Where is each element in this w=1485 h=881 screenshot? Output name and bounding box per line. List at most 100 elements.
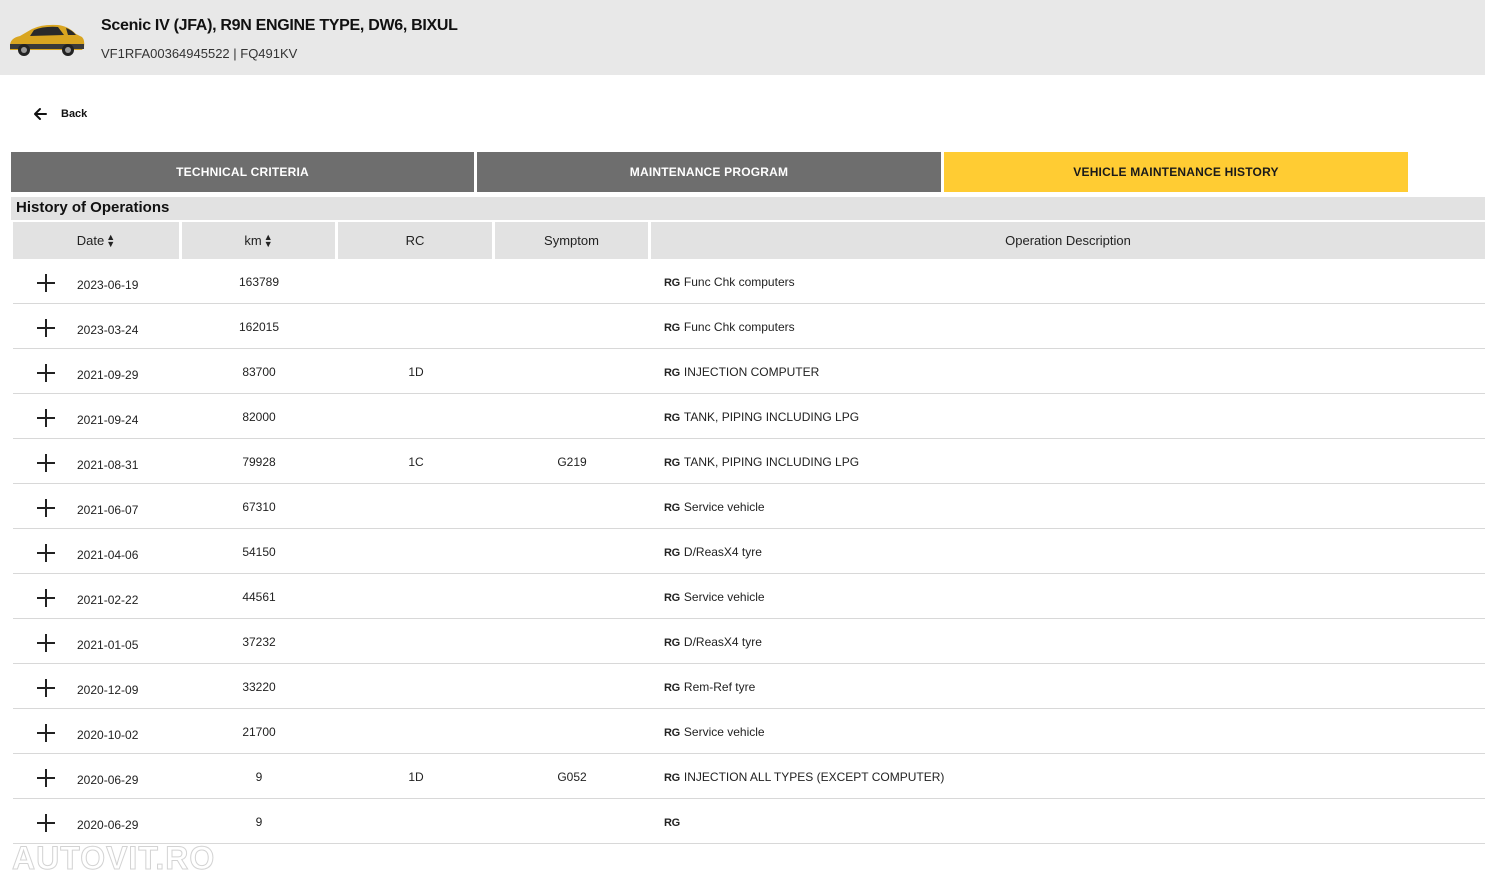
cell-km: 83700 (242, 365, 276, 379)
cell-operation-description: RG Service vehicle (664, 590, 765, 604)
table-row: 2020-12-09 33220 RG Rem-Ref tyre (13, 664, 1485, 709)
expand-plus-icon[interactable] (37, 814, 55, 832)
cell-operation-description: RG INJECTION ALL TYPES (EXCEPT COMPUTER) (664, 770, 944, 784)
operation-text: D/ReasX4 tyre (683, 635, 762, 649)
cell-date: 2021-01-05 (77, 638, 139, 652)
column-header-km[interactable]: km ▲ ▼ (182, 222, 335, 259)
rg-badge: RG (664, 682, 680, 694)
operation-text: TANK, PIPING INCLUDING LPG (683, 455, 860, 469)
cell-symptom: G052 (557, 770, 587, 784)
table-row: 2023-06-19 163789 RG Func Chk computers (13, 259, 1485, 304)
rg-badge: RG (664, 322, 680, 334)
operation-text: TANK, PIPING INCLUDING LPG (683, 410, 860, 424)
rg-badge: RG (664, 412, 680, 424)
expand-plus-icon[interactable] (37, 499, 55, 517)
rg-badge: RG (664, 637, 680, 649)
cell-km: 163789 (238, 275, 280, 289)
table-body: 2023-06-19 163789 RG Func Chk computers 2023… (13, 259, 1485, 844)
back-button[interactable]: Back (32, 104, 87, 124)
rg-badge: RG (664, 727, 680, 739)
cell-date: 2020-06-29 (77, 773, 139, 787)
back-label: Back (61, 108, 88, 120)
arrow-left-icon (34, 108, 47, 120)
cell-operation-description: RG TANK, PIPING INCLUDING LPG (664, 455, 859, 469)
column-header-label: Operation Description (1005, 233, 1131, 248)
watermark-logo: AUTOVIT.RO (11, 840, 216, 877)
cell-operation-description: RG D/ReasX4 tyre (664, 635, 762, 649)
cell-operation-description: RG Service vehicle (664, 725, 765, 739)
column-header-label: RC (405, 233, 425, 248)
cell-operation-description: RG Func Chk computers (664, 275, 795, 289)
tab-vehicle-maintenance-history[interactable]: VEHICLE MAINTENANCE HISTORY (944, 152, 1408, 192)
cell-rc: 1D (408, 365, 424, 379)
table-row: 2021-04-06 54150 RG D/ReasX4 tyre (13, 529, 1485, 574)
table-row: 2021-09-29 83700 1D RG INJECTION COMPUTER (13, 349, 1485, 394)
cell-operation-description: RG Service vehicle (664, 500, 765, 514)
cell-operation-description: RG (664, 815, 684, 829)
column-header-operation-description: Operation Description (651, 222, 1485, 259)
column-header-rc: RC (338, 222, 492, 259)
cell-date: 2020-10-02 (77, 728, 139, 742)
cell-operation-description: RG D/ReasX4 tyre (664, 545, 762, 559)
cell-operation-description: RG TANK, PIPING INCLUDING LPG (664, 410, 859, 424)
cell-km: 79928 (242, 455, 276, 469)
expand-plus-icon[interactable] (37, 409, 55, 427)
cell-date: 2021-09-24 (77, 413, 139, 427)
operation-text: INJECTION COMPUTER (683, 365, 820, 379)
cell-km: 9 (255, 770, 263, 784)
column-header-date[interactable]: Date ▲ ▼ (13, 222, 179, 259)
operation-text: Service vehicle (683, 590, 765, 604)
cell-symptom: G219 (557, 455, 587, 469)
cell-rc: 1D (408, 770, 424, 784)
tab-maintenance-program[interactable]: MAINTENANCE PROGRAM (477, 152, 941, 192)
rg-badge: RG (664, 592, 680, 604)
cell-date: 2020-12-09 (77, 683, 139, 697)
table-row: 2023-03-24 162015 RG Func Chk computers (13, 304, 1485, 349)
table-row: 2021-06-07 67310 RG Service vehicle (13, 484, 1485, 529)
cell-date: 2020-06-29 (77, 818, 139, 832)
expand-plus-icon[interactable] (37, 364, 55, 382)
rg-badge: RG (664, 502, 680, 514)
rg-badge: RG (664, 772, 680, 784)
cell-date: 2021-04-06 (77, 548, 139, 562)
cell-date: 2021-08-31 (77, 458, 139, 472)
rg-badge: RG (664, 817, 680, 829)
table-row: 2021-09-24 82000 RG TANK, PIPING INCLUDING … (13, 394, 1485, 439)
table-row: 2021-08-31 79928 1C G219 RG TANK, PIPING INCL… (13, 439, 1485, 484)
operation-text: D/ReasX4 tyre (683, 545, 762, 559)
operation-text: Service vehicle (683, 725, 765, 739)
expand-plus-icon[interactable] (37, 544, 55, 562)
expand-plus-icon[interactable] (37, 589, 55, 607)
expand-plus-icon[interactable] (37, 769, 55, 787)
table-header: Date ▲ ▼ km ▲ ▼ RC Symptom Operation Descr… (13, 222, 1485, 259)
cell-date: 2023-06-19 (77, 278, 139, 292)
expand-plus-icon[interactable] (37, 274, 55, 292)
rg-badge: RG (664, 277, 680, 289)
cell-km: 33220 (242, 680, 276, 694)
cell-date: 2021-09-29 (77, 368, 139, 382)
cell-operation-description: RG INJECTION COMPUTER (664, 365, 819, 379)
operation-text: Rem-Ref tyre (683, 680, 756, 694)
cell-operation-description: RG Rem-Ref tyre (664, 680, 755, 694)
rg-badge: RG (664, 547, 680, 559)
sort-icon: ▲ ▼ (106, 231, 116, 249)
column-header-label: Date (76, 233, 105, 248)
expand-plus-icon[interactable] (37, 319, 55, 337)
expand-plus-icon[interactable] (37, 724, 55, 742)
table-row: 2021-02-22 44561 RG Service vehicle (13, 574, 1485, 619)
table-row: 2020-10-02 21700 RG Service vehicle (13, 709, 1485, 754)
cell-km: 21700 (242, 725, 276, 739)
tab-technical-criteria[interactable]: TECHNICAL CRITERIA (11, 152, 474, 192)
operation-text: INJECTION ALL TYPES (EXCEPT COMPUTER) (683, 770, 945, 784)
section-title: History of Operations (11, 197, 1485, 220)
table-row: 2020-06-29 9 1D G052 RG INJECTION ALL TYPES (… (13, 754, 1485, 799)
rg-badge: RG (664, 457, 680, 469)
column-header-label: km (244, 233, 262, 248)
expand-plus-icon[interactable] (37, 634, 55, 652)
cell-km: 9 (255, 815, 263, 829)
operation-text: Func Chk computers (683, 320, 795, 334)
car-icon (10, 24, 85, 56)
expand-plus-icon[interactable] (37, 679, 55, 697)
expand-plus-icon[interactable] (37, 454, 55, 472)
cell-rc: 1C (408, 455, 424, 469)
